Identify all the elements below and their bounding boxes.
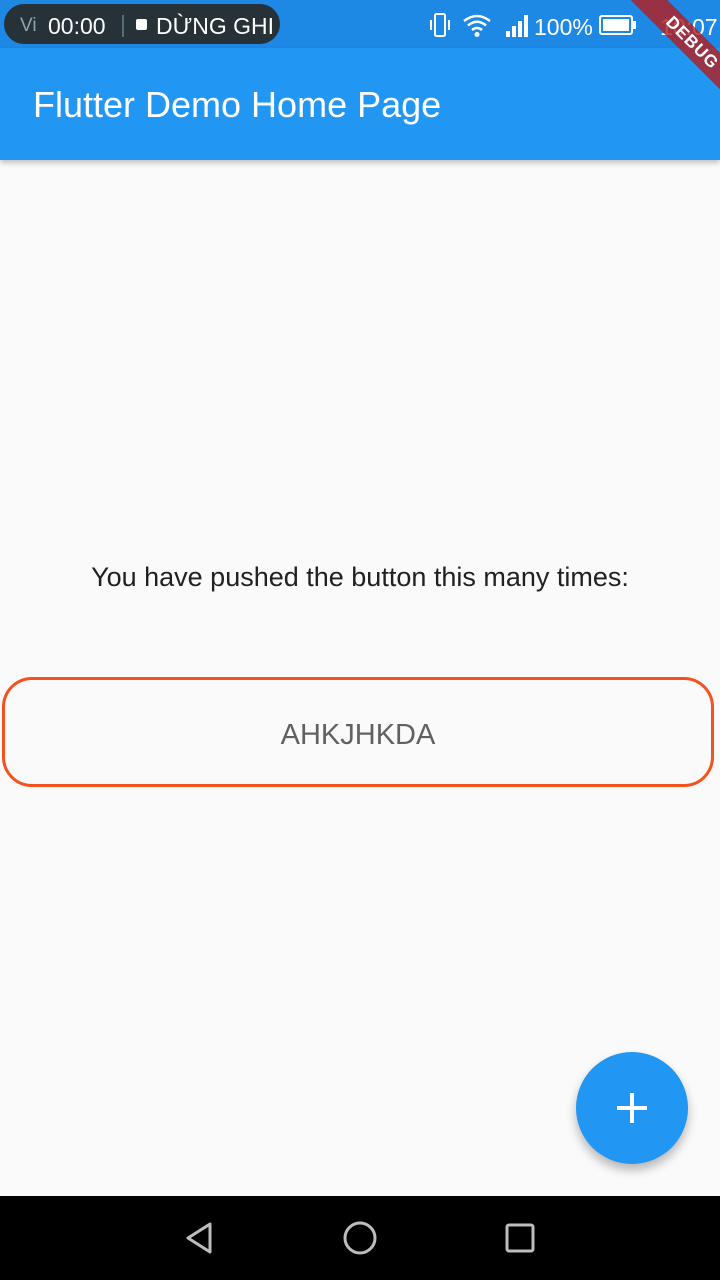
counter-value: AHKJHKDA [280, 719, 436, 751]
plus-icon [617, 1093, 647, 1123]
recents-icon[interactable] [502, 1220, 538, 1256]
recorder-ghost-text: Vi [20, 15, 37, 36]
battery-percent: 100% [534, 14, 593, 40]
back-icon[interactable] [182, 1220, 218, 1256]
recorder-time: 00:00 [48, 13, 106, 39]
wifi-icon [463, 14, 491, 37]
counter-prompt: You have pushed the button this many tim… [91, 562, 629, 592]
battery-icon [599, 15, 636, 35]
recorder-divider [122, 15, 124, 37]
app-bar: Flutter Demo Home Page [0, 48, 720, 160]
navigation-bar [0, 1196, 720, 1280]
status-clock: 10:07 [660, 14, 718, 40]
app-title: Flutter Demo Home Page [33, 84, 442, 125]
increment-fab-button[interactable] [576, 1052, 688, 1164]
screen-recorder-pill[interactable]: Vi 00:00 DỪNG GHI [4, 4, 280, 44]
signal-icon [506, 15, 528, 37]
vibrate-icon [430, 13, 450, 37]
stop-recording-button[interactable]: DỪNG GHI [156, 13, 274, 40]
stop-icon[interactable] [136, 19, 147, 30]
counter-box: AHKJHKDA [2, 677, 714, 787]
home-icon[interactable] [342, 1220, 378, 1256]
status-icons: 100% 10:07 [424, 8, 720, 42]
status-bar: Vi 00:00 DỪNG GHI 100% 10:07 [0, 0, 720, 48]
